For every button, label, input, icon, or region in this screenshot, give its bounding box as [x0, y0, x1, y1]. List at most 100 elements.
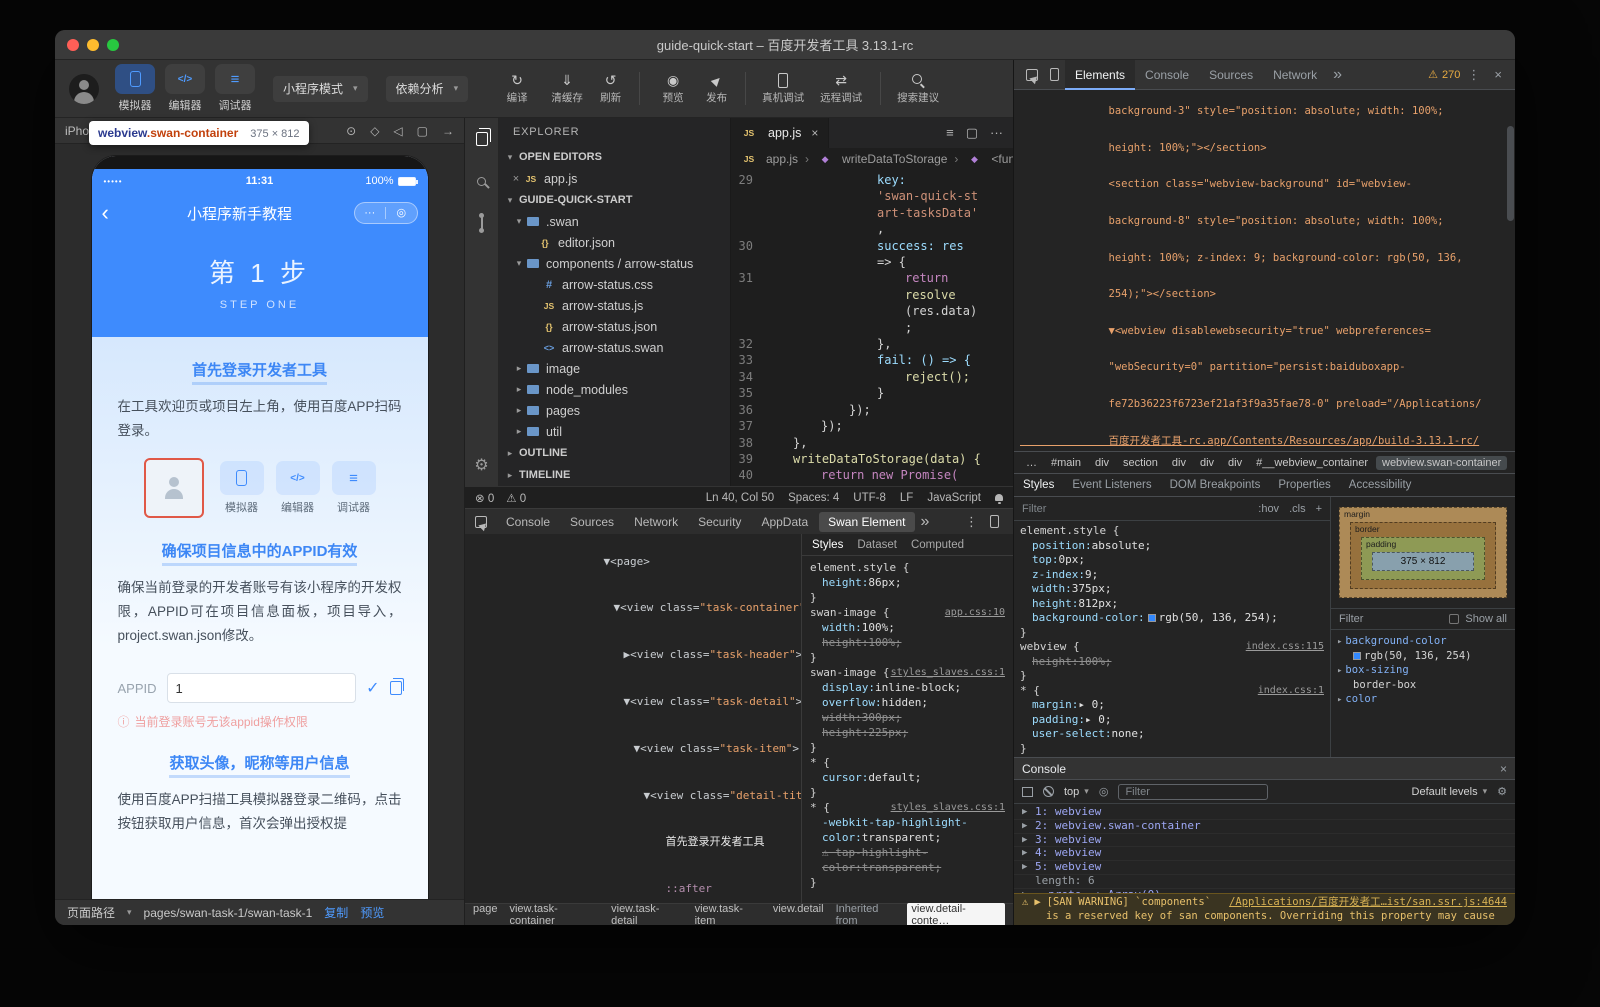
status-item[interactable]: Spaces: 4 — [788, 492, 839, 504]
style-rule-line[interactable]: height:100%; — [1020, 655, 1324, 670]
new-rule-button[interactable]: + — [1316, 503, 1322, 515]
devtools-tab[interactable]: Sources — [561, 512, 623, 532]
style-rule-line[interactable]: padding:▸ 0; — [1020, 713, 1324, 728]
expand-icon[interactable]: ▸ — [1337, 695, 1342, 705]
style-rule-line[interactable]: } — [810, 590, 1005, 605]
element-tree-node[interactable]: 首先登录开发者工具 — [471, 819, 801, 866]
file-tree-item[interactable]: arrow-status.swan — [499, 337, 730, 358]
mode-dropdown[interactable]: 小程序模式 ▾ — [273, 76, 368, 102]
styles-pane-tab[interactable]: Computed — [911, 539, 964, 551]
close-tab-icon[interactable]: × — [811, 126, 818, 140]
file-tree-item[interactable]: ▸ util — [499, 421, 730, 442]
toolbar-action-button[interactable]: 清缓存 — [550, 72, 584, 105]
elements-subpanel-tab[interactable]: Event Listeners — [1063, 479, 1160, 491]
expand-icon[interactable]: ▶ — [1022, 806, 1035, 819]
box-model-diagram[interactable]: margin border padding 375 × 812 — [1331, 497, 1515, 608]
source-link[interactable]: /Applications/百度开发者工…ist/san.ssr.js:4644 — [1229, 896, 1507, 910]
stylesheet-link[interactable]: index.css:1 — [1258, 684, 1324, 699]
dom-breadcrumb[interactable]: div — [1194, 456, 1220, 470]
style-rule-line[interactable]: user-select:none; — [1020, 727, 1324, 742]
style-rule-line[interactable]: element.style { — [1020, 524, 1324, 539]
close-drawer-icon[interactable]: × — [1500, 762, 1507, 776]
toolbar-action-button[interactable]: 真机调试 — [762, 72, 804, 105]
devtools-tab[interactable]: Console — [1135, 60, 1199, 90]
devtools-tab[interactable]: Sources — [1199, 60, 1263, 90]
warnings-indicator[interactable]: ⚠ 0 — [506, 491, 526, 505]
element-tree-node[interactable]: ▼<view class="task-detail"> — [471, 678, 801, 725]
close-devtools-icon[interactable]: × — [1487, 67, 1509, 82]
simulator-toolbar-icon[interactable]: ◇ — [370, 124, 379, 138]
dom-breadcrumb[interactable]: section — [1117, 456, 1164, 470]
console-output[interactable]: ▶ 1: webview ▶ 2: webview.swan-container… — [1014, 804, 1515, 893]
styles-pane-tab[interactable]: Dataset — [857, 539, 897, 551]
more-icon[interactable]: ··· — [355, 208, 386, 219]
elements-subpanel-tab[interactable]: Accessibility — [1340, 479, 1421, 491]
console-filter-input[interactable]: Filter — [1118, 784, 1268, 800]
dom-breadcrumb[interactable]: … — [1020, 456, 1043, 470]
device-toolbar-icon[interactable] — [990, 515, 999, 528]
computed-properties[interactable]: ▸background-color rgb(50, 136, 254) ▸box… — [1331, 630, 1515, 757]
phone-simulator[interactable]: ••••• 11:31 100% ‹ 小程序新手教程 ··· ◎ — [92, 156, 428, 899]
source-control-icon[interactable] — [465, 212, 498, 234]
user-avatar[interactable] — [69, 74, 99, 104]
eye-icon[interactable]: ◎ — [1099, 785, 1109, 798]
toolbar-main-button[interactable]: 调试器 — [215, 64, 255, 113]
style-rule-line[interactable]: } — [810, 875, 1005, 890]
markup-line[interactable]: height: 100%; z-index: 9; background-col… — [1020, 239, 1509, 276]
style-rule-line[interactable]: height:100%; — [810, 635, 1005, 650]
expand-icon[interactable]: ▸ — [1337, 637, 1342, 647]
inherited-from-target[interactable]: view.detail-conte… — [907, 903, 1005, 926]
markup-line[interactable]: background-8" style="position: absolute;… — [1020, 203, 1509, 240]
inspect-element-icon[interactable] — [1026, 69, 1038, 81]
stylesheet-link[interactable]: app.css:10 — [945, 605, 1005, 620]
page-path-dropdown[interactable]: 页面路径 — [67, 904, 115, 921]
devtools-tab[interactable]: Network — [625, 512, 687, 532]
style-rule-line[interactable]: } — [1020, 742, 1324, 757]
expand-icon[interactable]: ▶ — [1022, 820, 1035, 833]
console-entry[interactable]: ▶ 2: webview.swan-container — [1014, 820, 1515, 834]
markup-line[interactable]: 254);"></section> — [1020, 276, 1509, 313]
dom-breadcrumb[interactable]: div — [1166, 456, 1192, 470]
simulator-toolbar-icon[interactable]: ⊙ — [346, 124, 356, 138]
computed-property[interactable]: ▸color — [1337, 692, 1509, 707]
element-breadcrumb[interactable]: view.task-detail — [611, 903, 682, 926]
copy-path-button[interactable]: 复制 — [324, 904, 348, 921]
expand-icon[interactable] — [1022, 875, 1035, 888]
style-rule-line[interactable]: } — [1020, 669, 1324, 684]
toolbar-action-button[interactable]: 刷新 — [600, 72, 640, 105]
device-toolbar-icon[interactable] — [1050, 68, 1059, 81]
minimize-window-button[interactable] — [87, 39, 99, 51]
explorer-section[interactable]: ▸TIMELINE — [499, 464, 730, 486]
inspect-element-icon[interactable] — [475, 516, 487, 528]
style-rule-line[interactable]: } — [810, 785, 1005, 800]
file-tree-item[interactable]: ▾ components / arrow-status — [499, 253, 730, 274]
style-rule-line[interactable]: height:812px; — [1020, 597, 1324, 612]
back-button[interactable]: ‹ — [102, 202, 126, 224]
style-rule-line[interactable]: -webkit-tap-highlight-color:transparent; — [810, 815, 1005, 845]
devtools-tab[interactable]: Console — [497, 512, 559, 532]
style-rule-line[interactable]: height:86px; — [810, 575, 1005, 590]
status-item[interactable]: LF — [900, 492, 913, 504]
file-tree-item[interactable]: arrow-status.js — [499, 295, 730, 316]
console-sidebar-icon[interactable] — [1022, 787, 1033, 797]
style-rule-line[interactable]: index.css:115 webview { — [1020, 640, 1324, 655]
notifications-bell-icon[interactable] — [995, 494, 1003, 501]
style-rule-line[interactable]: top:0px; — [1020, 553, 1324, 568]
toolbar-action-button[interactable]: 搜索建议 — [897, 72, 939, 105]
element-tree-node[interactable]: ▶<view class="task-header">…</view> — [471, 632, 801, 679]
element-breadcrumb[interactable]: page — [473, 903, 497, 926]
preview-path-button[interactable]: 预览 — [360, 904, 384, 921]
context-selector[interactable]: top▾ — [1064, 786, 1089, 798]
element-tree-node[interactable]: ▼<view class="task-container"> — [471, 585, 801, 632]
element-breadcrumb[interactable]: view.task-container — [509, 903, 599, 926]
devtools-tab[interactable]: Security — [689, 512, 750, 532]
file-tree-item[interactable]: editor.json — [499, 232, 730, 253]
markup-line[interactable]: <section class="webview-background" id="… — [1020, 166, 1509, 203]
expand-icon[interactable]: ▸ — [1337, 666, 1342, 676]
search-icon[interactable] — [465, 170, 498, 192]
simulator-toolbar-icon[interactable]: → — [442, 124, 454, 138]
style-rule-line[interactable]: z-index:9; — [1020, 568, 1324, 583]
elements-subpanel-tab[interactable]: DOM Breakpoints — [1161, 479, 1270, 491]
expand-icon[interactable]: ▶ — [1022, 847, 1035, 860]
more-tabs-icon[interactable]: » — [1327, 66, 1348, 84]
